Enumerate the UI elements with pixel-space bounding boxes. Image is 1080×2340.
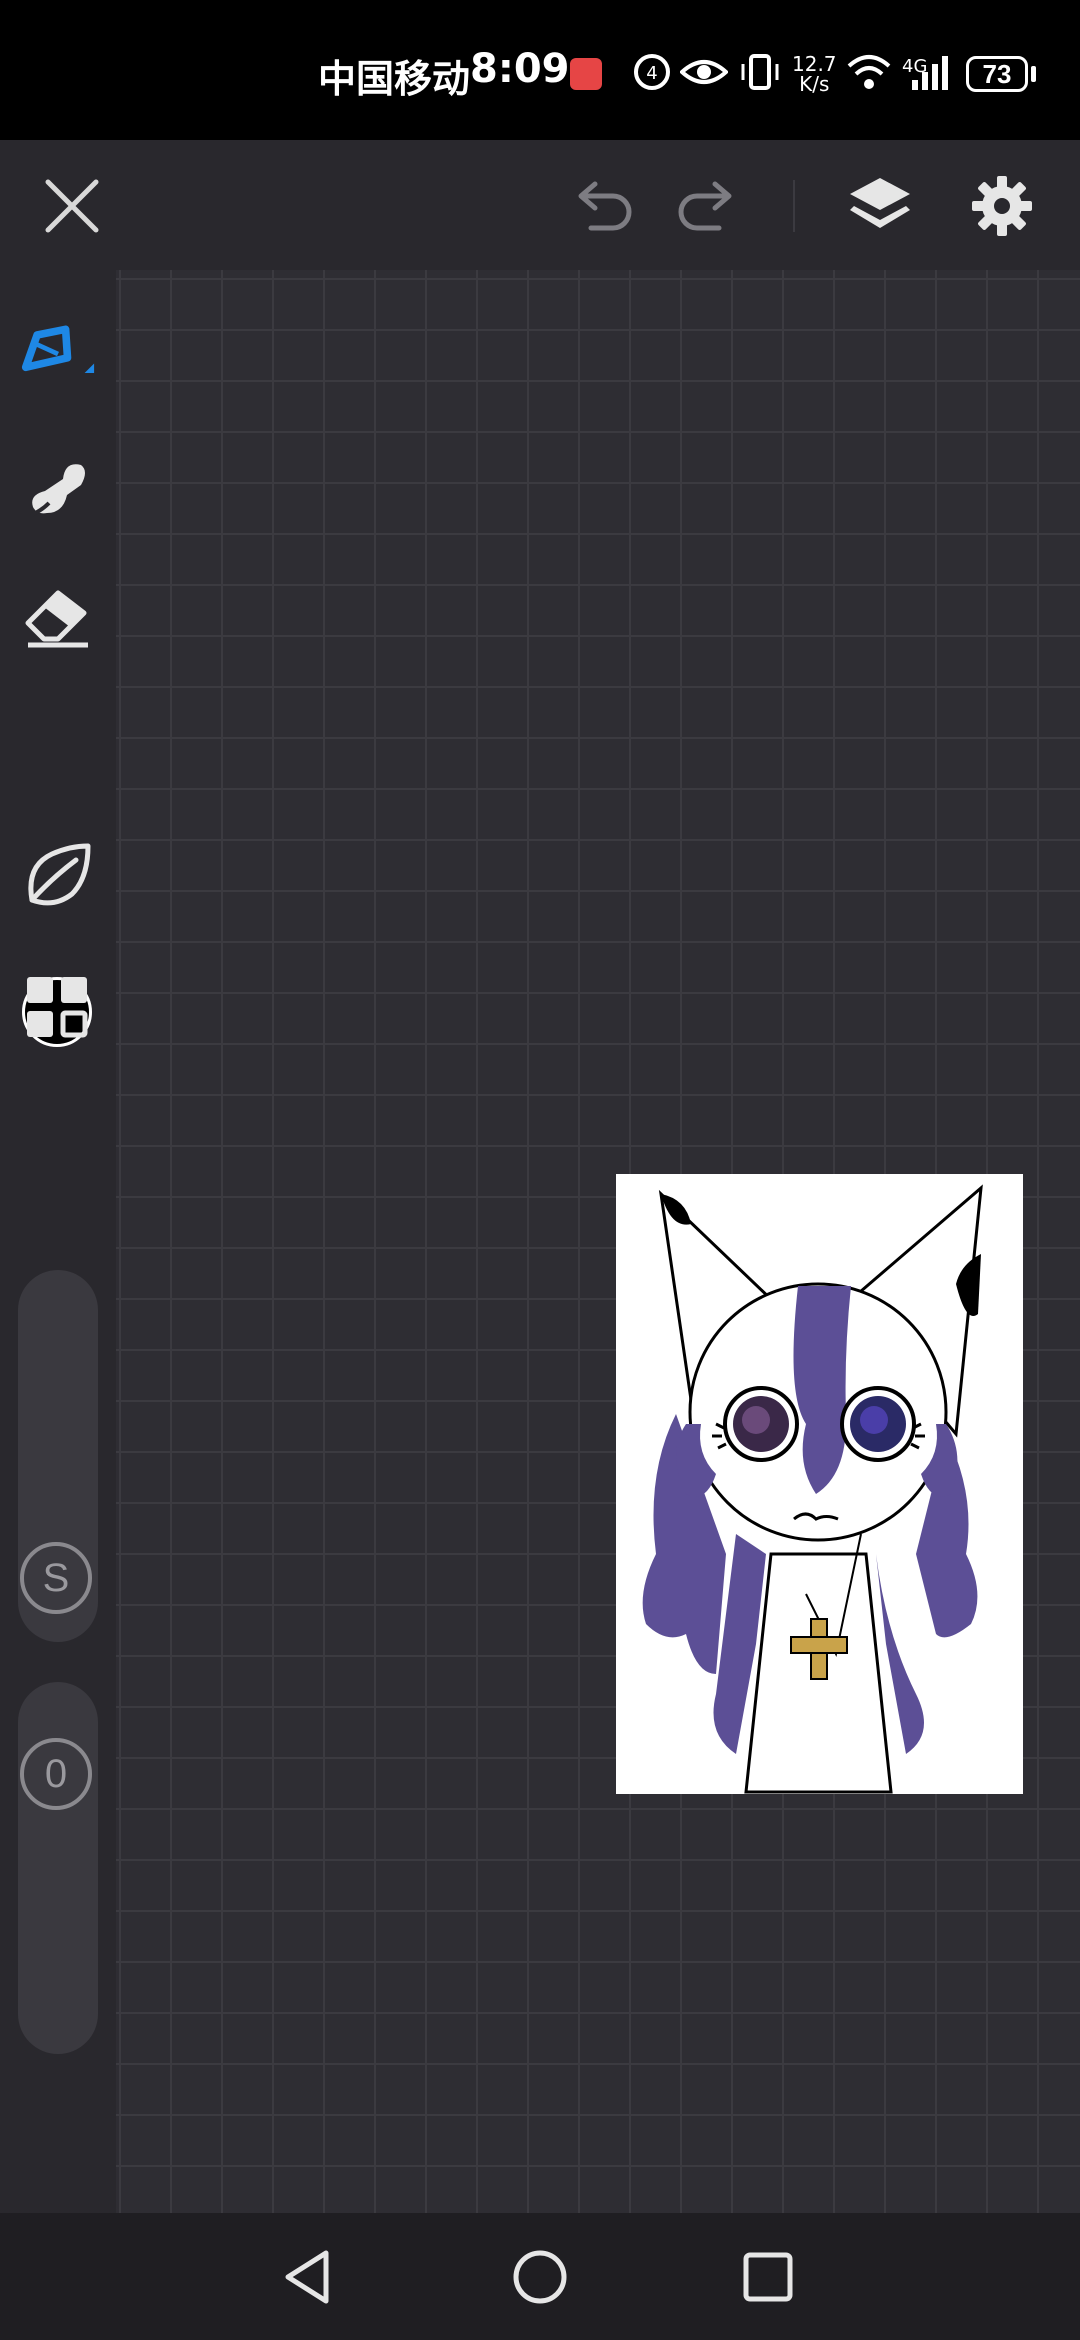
battery-tip [1031,66,1036,82]
pen-tool-icon [21,325,95,373]
net-speed-value: 12.7 [792,52,837,76]
layers-button[interactable] [844,170,916,242]
back-icon [285,2250,329,2304]
character-drawing [642,1184,983,1794]
net-speed-unit: K/s [799,72,830,96]
gallery-button[interactable] [20,970,96,1046]
tool-sidebar: S 0 [0,270,116,2213]
close-button[interactable] [36,170,108,242]
app-notification-icon [570,58,602,90]
layers-icon [850,178,910,228]
undo-button[interactable] [566,170,638,242]
recents-button[interactable] [736,2245,800,2309]
home-button[interactable] [508,2245,572,2309]
brush-size-handle[interactable]: S [20,1542,92,1614]
hd-call-icon: 4 [634,54,670,90]
smudge-tool-button[interactable] [20,448,96,524]
leaf-brush-icon [28,843,91,906]
artboard[interactable] [616,1174,1023,1794]
battery-indicator: 73 [966,56,1028,92]
svg-text:4: 4 [646,63,657,84]
settings-button[interactable] [966,170,1038,242]
home-icon [513,2250,567,2304]
grid-gallery-icon [27,977,88,1038]
net-speed: 12.7 K/s [792,54,837,94]
eye-comfort-icon [680,60,728,84]
settings-icon [972,176,1032,236]
carrier-name: 中国移动 [318,57,471,101]
opacity-handle[interactable]: 0 [20,1738,92,1810]
smudge-tool-icon [30,464,85,517]
signal-icon [912,56,948,90]
system-nav-bar [0,2213,1080,2340]
status-bar: 中国移动 8:09 4 12.7 K/s 4G 73 [0,0,1080,140]
clock: 8:09 [470,46,570,92]
undo-icon [578,181,632,231]
close-icon [45,179,99,233]
redo-icon [678,181,732,231]
wifi-icon [847,55,891,89]
drawing-canvas[interactable] [116,270,1080,2213]
pen-tool-button[interactable] [20,316,96,392]
brush-library-button[interactable] [20,836,96,912]
vibrate-icon [741,54,779,90]
toolbar-divider [793,180,795,232]
top-toolbar [0,140,1080,270]
recents-icon [743,2252,793,2302]
eraser-tool-icon [25,590,88,648]
back-button[interactable] [276,2245,340,2309]
redo-button[interactable] [672,170,744,242]
eraser-tool-button[interactable] [20,578,96,654]
